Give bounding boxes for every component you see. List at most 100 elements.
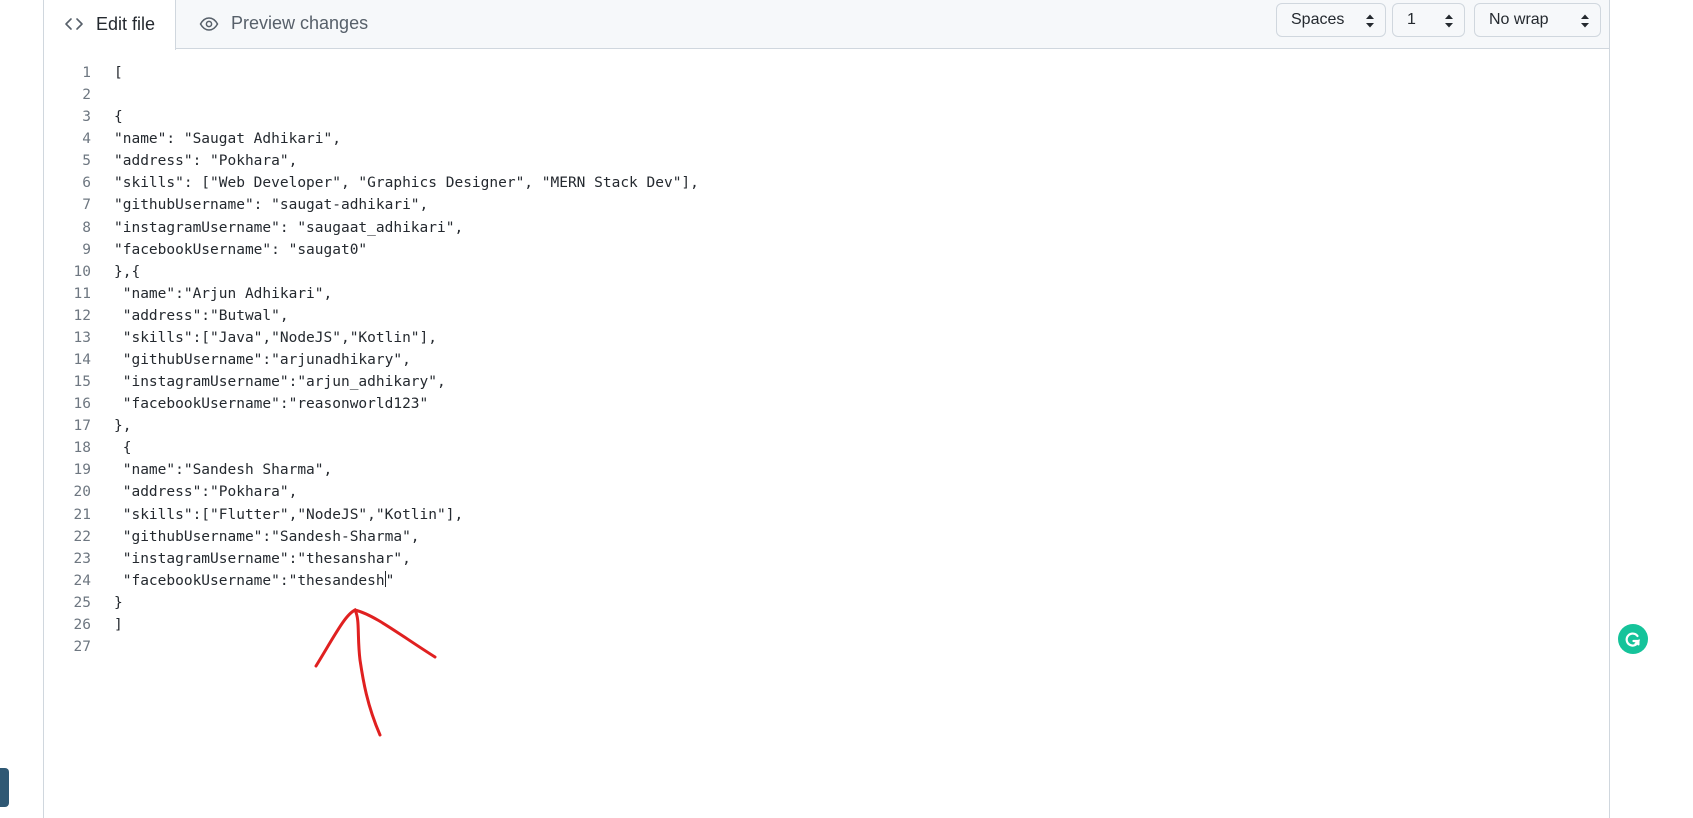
line-text[interactable]: "facebookUsername":"thesandesh" <box>114 570 394 592</box>
code-line[interactable]: 21 "skills":["Flutter","NodeJS","Kotlin"… <box>44 504 1609 526</box>
code-line[interactable]: 15 "instagramUsername":"arjun_adhikary", <box>44 371 1609 393</box>
line-number: 1 <box>82 65 91 81</box>
code-line[interactable]: 25} <box>44 592 1609 614</box>
line-text[interactable]: "githubUsername":"Sandesh-Sharma", <box>114 526 420 548</box>
line-number: 14 <box>73 352 91 369</box>
grammarly-icon[interactable] <box>1618 624 1648 654</box>
line-number: 23 <box>73 550 91 567</box>
code-line[interactable]: 4 "name": "Saugat Adhikari", <box>44 128 1609 150</box>
code-line[interactable]: 14 "githubUsername":"arjunadhikary", <box>44 349 1609 371</box>
line-number: 8 <box>82 219 91 236</box>
line-number: 18 <box>73 440 91 457</box>
side-widget[interactable] <box>0 768 9 807</box>
code-line[interactable]: 22 "githubUsername":"Sandesh-Sharma", <box>44 526 1609 548</box>
line-text[interactable]: "githubUsername": "saugat-adhikari", <box>114 194 428 216</box>
line-number: 4 <box>82 131 91 148</box>
line-number: 24 <box>73 572 91 589</box>
line-number: 26 <box>73 616 91 633</box>
line-number: 25 <box>73 594 91 611</box>
code-line[interactable]: 24 "facebookUsername":"thesandesh" <box>44 570 1609 592</box>
line-number: 12 <box>73 307 91 324</box>
code-line[interactable]: 7 "githubUsername": "saugat-adhikari", <box>44 194 1609 216</box>
tab-preview-changes[interactable]: Preview changes <box>199 0 368 49</box>
indent-size-select[interactable]: 1 <box>1392 3 1465 37</box>
code-line[interactable]: 18 { <box>44 437 1609 459</box>
code-line[interactable]: 16 "facebookUsername":"reasonworld123" <box>44 393 1609 415</box>
code-line[interactable]: 2 <box>44 84 1609 106</box>
line-number: 5 <box>82 153 91 170</box>
file-editor: Edit file Preview changes Spaces 1 No wr… <box>43 0 1648 818</box>
line-text[interactable]: "address":"Butwal", <box>114 305 289 327</box>
line-text[interactable]: } <box>114 592 123 614</box>
line-text[interactable]: "name":"Sandesh Sharma", <box>114 459 333 481</box>
line-text[interactable]: "skills":["Java","NodeJS","Kotlin"], <box>114 327 437 349</box>
select-arrows-icon <box>1580 13 1590 34</box>
line-text[interactable]: },{ <box>114 261 140 283</box>
line-number: 15 <box>73 374 91 391</box>
line-number: 10 <box>73 263 91 280</box>
line-text[interactable]: "facebookUsername": "saugat0" <box>114 239 367 261</box>
select-arrows-icon <box>1444 13 1454 34</box>
code-line[interactable]: 26] <box>44 614 1609 636</box>
code-line[interactable]: 20 "address":"Pokhara", <box>44 481 1609 503</box>
line-number: 17 <box>73 418 91 435</box>
line-number: 22 <box>73 528 91 545</box>
indent-size-value: 1 <box>1407 11 1416 28</box>
code-line[interactable]: 19 "name":"Sandesh Sharma", <box>44 459 1609 481</box>
code-line[interactable]: 8 "instagramUsername": "saugaat_adhikari"… <box>44 217 1609 239</box>
code-line[interactable]: 27 <box>44 636 1609 658</box>
wrap-mode-select[interactable]: No wrap <box>1474 3 1601 37</box>
code-editor[interactable]: 1[2 3{4 "name": "Saugat Adhikari", 5 "addres… <box>44 62 1609 658</box>
line-text[interactable]: ] <box>114 614 123 636</box>
line-text[interactable]: "address":"Pokhara", <box>114 481 298 503</box>
line-number: 9 <box>82 241 91 258</box>
code-line[interactable]: 1[ <box>44 62 1609 84</box>
line-text[interactable]: "facebookUsername":"reasonworld123" <box>114 393 429 415</box>
code-line[interactable]: 12 "address":"Butwal", <box>44 305 1609 327</box>
line-number: 19 <box>73 462 91 479</box>
line-number: 21 <box>73 506 91 523</box>
line-number: 20 <box>73 484 91 501</box>
line-text[interactable]: { <box>114 437 132 459</box>
line-text[interactable]: [ <box>114 62 123 84</box>
line-text[interactable]: "githubUsername":"arjunadhikary", <box>114 349 411 371</box>
code-line[interactable]: 9 "facebookUsername": "saugat0" <box>44 239 1609 261</box>
code-line[interactable]: 13 "skills":["Java","NodeJS","Kotlin"], <box>44 327 1609 349</box>
tab-edit-file-label: Edit file <box>96 13 156 34</box>
indent-mode-select[interactable]: Spaces <box>1276 3 1386 37</box>
code-line[interactable]: 5 "address": "Pokhara", <box>44 150 1609 172</box>
code-icon <box>64 16 84 32</box>
line-number: 11 <box>73 285 91 302</box>
line-number: 27 <box>73 639 91 656</box>
line-number: 13 <box>73 329 91 346</box>
line-number: 6 <box>82 175 91 192</box>
code-line[interactable]: 3{ <box>44 106 1609 128</box>
indent-mode-value: Spaces <box>1291 11 1345 28</box>
select-arrows-icon <box>1365 13 1375 34</box>
line-number: 2 <box>82 87 91 104</box>
code-line[interactable]: 10 },{ <box>44 261 1609 283</box>
tab-edit-file[interactable]: Edit file <box>44 0 176 50</box>
line-text[interactable]: "instagramUsername":"thesanshar", <box>114 548 411 570</box>
annotation-arrow <box>314 607 437 737</box>
line-text[interactable]: "instagramUsername": "saugaat_adhikari", <box>114 217 463 239</box>
editor-toolbar: Edit file Preview changes Spaces 1 No wr… <box>44 0 1609 50</box>
line-text[interactable]: "skills":["Flutter","NodeJS","Kotlin"], <box>114 504 463 526</box>
line-text[interactable]: }, <box>114 415 131 437</box>
code-line[interactable]: 23 "instagramUsername":"thesanshar", <box>44 548 1609 570</box>
line-text[interactable]: "name":"Arjun Adhikari", <box>114 283 333 305</box>
line-text[interactable]: "address": "Pokhara", <box>114 150 297 172</box>
code-line[interactable]: 11 "name":"Arjun Adhikari", <box>44 283 1609 305</box>
tab-preview-changes-label: Preview changes <box>231 13 369 33</box>
wrap-mode-value: No wrap <box>1489 11 1549 28</box>
code-line[interactable]: 17}, <box>44 415 1609 437</box>
line-text[interactable]: "instagramUsername":"arjun_adhikary", <box>114 371 446 393</box>
text-cursor <box>384 570 386 587</box>
line-text[interactable]: { <box>114 106 123 128</box>
line-text[interactable]: "skills": ["Web Developer", "Graphics De… <box>114 172 699 194</box>
line-text[interactable]: "name": "Saugat Adhikari", <box>114 128 341 150</box>
code-line[interactable]: 6 "skills": ["Web Developer", "Graphics D… <box>44 172 1609 194</box>
eye-icon <box>199 16 219 32</box>
line-number: 16 <box>73 396 91 413</box>
line-number: 7 <box>82 197 91 214</box>
